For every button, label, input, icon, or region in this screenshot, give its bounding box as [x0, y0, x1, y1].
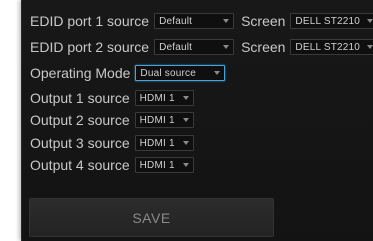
output-4-row: Output 4 source HDMI 1 [30, 155, 194, 175]
edid-port-2-label: EDID port 2 source [30, 39, 150, 55]
output-3-select[interactable]: HDMI 1 [134, 135, 194, 151]
edid-port-1-label: EDID port 1 source [30, 13, 150, 29]
output-1-select[interactable]: HDMI 1 [134, 90, 194, 106]
output-3-row: Output 3 source HDMI 1 [30, 133, 194, 153]
chevron-down-icon [214, 71, 221, 75]
operating-mode-select[interactable]: Dual source [135, 65, 226, 81]
output-1-label: Output 1 source [30, 90, 130, 106]
operating-mode-value: Dual source [140, 67, 196, 79]
settings-panel: EDID port 1 source Default Screen DELL S… [21, 0, 373, 241]
output-1-row: Output 1 source HDMI 1 [30, 88, 194, 108]
chevron-down-icon [182, 96, 189, 100]
screen-2-value: DELL ST2210 [295, 41, 361, 53]
operating-mode-row: Operating Mode Dual source [30, 63, 226, 83]
edid-port-1-select[interactable]: Default [154, 13, 235, 29]
output-1-value: HDMI 1 [139, 92, 175, 104]
output-2-value: HDMI 1 [139, 114, 175, 126]
output-4-value: HDMI 1 [139, 159, 175, 171]
chevron-down-icon [367, 19, 373, 23]
output-4-label: Output 4 source [30, 157, 130, 173]
screen-1-label: Screen [241, 13, 286, 29]
edid-port-1-row: EDID port 1 source Default Screen DELL S… [30, 11, 373, 31]
output-4-select[interactable]: HDMI 1 [134, 157, 194, 173]
screen-1-select[interactable]: DELL ST2210 [290, 13, 373, 29]
screen-2-label: Screen [241, 39, 286, 55]
chevron-down-icon [182, 163, 189, 167]
edid-port-1-value: Default [159, 15, 193, 27]
edid-port-2-value: Default [159, 41, 193, 53]
chevron-down-icon [182, 118, 189, 122]
chevron-down-icon [367, 45, 373, 49]
edid-port-2-row: EDID port 2 source Default Screen DELL S… [30, 37, 373, 57]
screen-2-select[interactable]: DELL ST2210 [290, 39, 373, 55]
chevron-down-icon [223, 19, 230, 23]
output-3-value: HDMI 1 [139, 137, 175, 149]
operating-mode-label: Operating Mode [30, 65, 131, 81]
chevron-down-icon [223, 45, 230, 49]
output-2-label: Output 2 source [30, 112, 130, 128]
output-2-select[interactable]: HDMI 1 [134, 112, 194, 128]
output-2-row: Output 2 source HDMI 1 [30, 110, 194, 130]
edid-port-2-select[interactable]: Default [154, 39, 235, 55]
output-3-label: Output 3 source [30, 135, 130, 151]
save-button[interactable]: SAVE [29, 198, 274, 237]
screen-1-value: DELL ST2210 [295, 15, 361, 27]
chevron-down-icon [182, 141, 189, 145]
